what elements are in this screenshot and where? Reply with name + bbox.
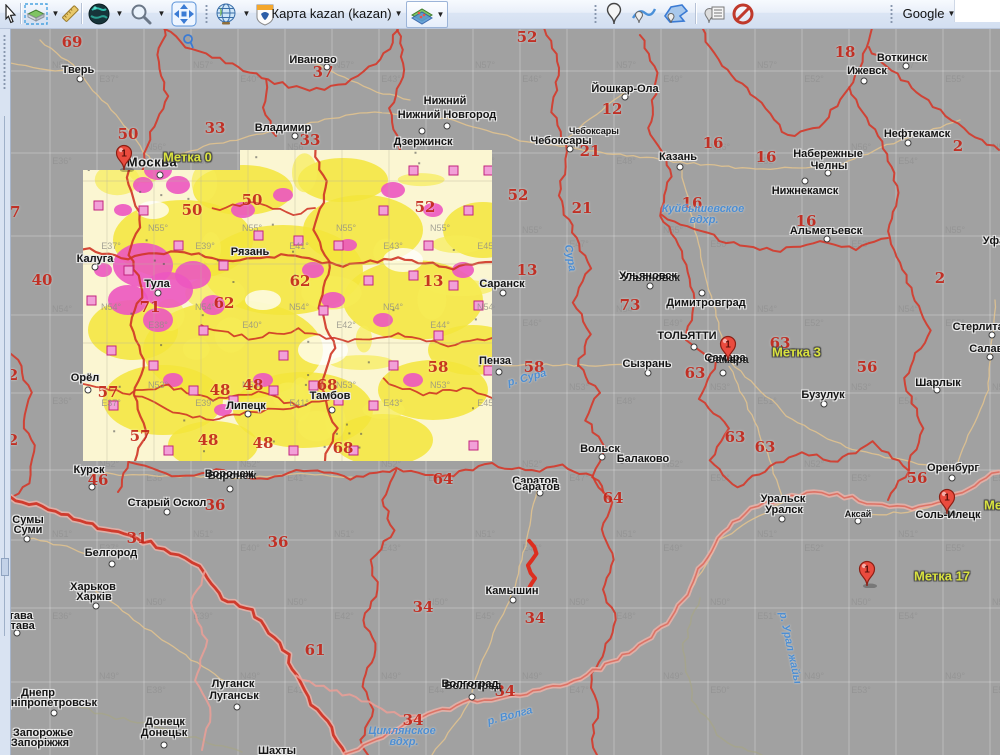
toolbar-blank-field[interactable] xyxy=(954,0,1000,22)
google-dropdown[interactable]: Google ▼ xyxy=(900,1,958,26)
placemark-label: Метка xyxy=(984,498,1000,513)
polygon-icon[interactable] xyxy=(661,1,691,26)
selection-layer-icon[interactable] xyxy=(23,1,50,26)
base-layer-label: Google xyxy=(903,6,945,21)
svg-text:1: 1 xyxy=(944,493,950,504)
left-panel-splitter[interactable] xyxy=(0,28,11,755)
layers-icon[interactable]: ▼ xyxy=(406,1,448,28)
svg-text:1: 1 xyxy=(121,149,127,160)
placemarks-layer: 1 Метка 0 1 Метка 3 1 Метка 1 Метка 17 xyxy=(10,28,1000,755)
map-source-label: Карта kazan (kazan) xyxy=(272,6,392,21)
svg-text:1: 1 xyxy=(725,340,731,351)
placemark-label: Метка 0 xyxy=(163,150,212,165)
placemark-label: Метка 3 xyxy=(772,345,821,360)
map-canvas[interactable]: N57°E37°N57°E40°N57°E43°N57°E46°N57°E49°… xyxy=(10,28,1000,755)
path-icon[interactable] xyxy=(630,1,658,26)
selection-dropdown-arrow[interactable]: ▼ xyxy=(49,1,59,26)
zoom-search-icon[interactable] xyxy=(127,1,154,26)
map-marker[interactable]: 1 xyxy=(936,488,958,516)
placemark-label: Метка 17 xyxy=(914,569,970,584)
pan-fullscreen-icon[interactable] xyxy=(169,1,198,26)
dark-globe-icon[interactable] xyxy=(85,1,112,26)
placemark-list-icon[interactable] xyxy=(702,1,726,26)
splitter-handle[interactable] xyxy=(1,558,9,576)
globe2-dropdown-arrow[interactable]: ▼ xyxy=(240,1,250,26)
svg-text:1: 1 xyxy=(864,565,870,576)
map-source-dropdown[interactable]: Карта kazan (kazan) ▼ xyxy=(280,1,394,26)
zoom-dropdown-arrow[interactable]: ▼ xyxy=(155,1,165,26)
globe-icon[interactable] xyxy=(212,1,239,26)
splitter-grip[interactable] xyxy=(3,34,6,90)
placemark-icon[interactable] xyxy=(602,1,625,26)
hide-marks-icon[interactable] xyxy=(731,1,755,26)
globe-dropdown-arrow[interactable]: ▼ xyxy=(113,1,123,26)
main-toolbar: ▼ ▼ ▼ ▼ Карта kazan (kazan) ▼ ▼ xyxy=(0,0,1000,29)
app-window: ▼ ▼ ▼ ▼ Карта kazan (kazan) ▼ ▼ xyxy=(0,0,1000,755)
ruler-icon[interactable] xyxy=(60,1,80,26)
cursor-icon[interactable] xyxy=(2,1,19,26)
map-marker[interactable]: 1 xyxy=(856,560,878,588)
map-marker[interactable]: 1 xyxy=(717,335,739,363)
map-marker[interactable]: 1 xyxy=(113,144,135,172)
